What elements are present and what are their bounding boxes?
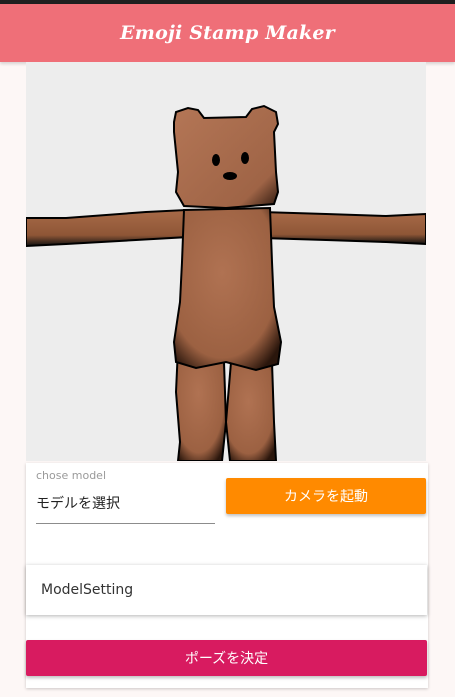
start-camera-button[interactable]: カメラを起動	[226, 478, 426, 514]
model-select-label: chose model	[36, 469, 106, 482]
app-bar: Emoji Stamp Maker	[0, 4, 455, 62]
confirm-pose-button[interactable]: ポーズを決定	[26, 640, 427, 676]
model-select[interactable]: モデルを選択	[36, 488, 215, 524]
app-title: Emoji Stamp Maker	[120, 22, 335, 44]
model-setting-panel[interactable]: ModelSetting	[26, 565, 427, 615]
model-viewport[interactable]	[26, 62, 426, 461]
control-panel: chose model モデルを選択 カメラを起動 ModelSetting ポ…	[26, 463, 428, 688]
bear-model-image	[26, 104, 426, 461]
